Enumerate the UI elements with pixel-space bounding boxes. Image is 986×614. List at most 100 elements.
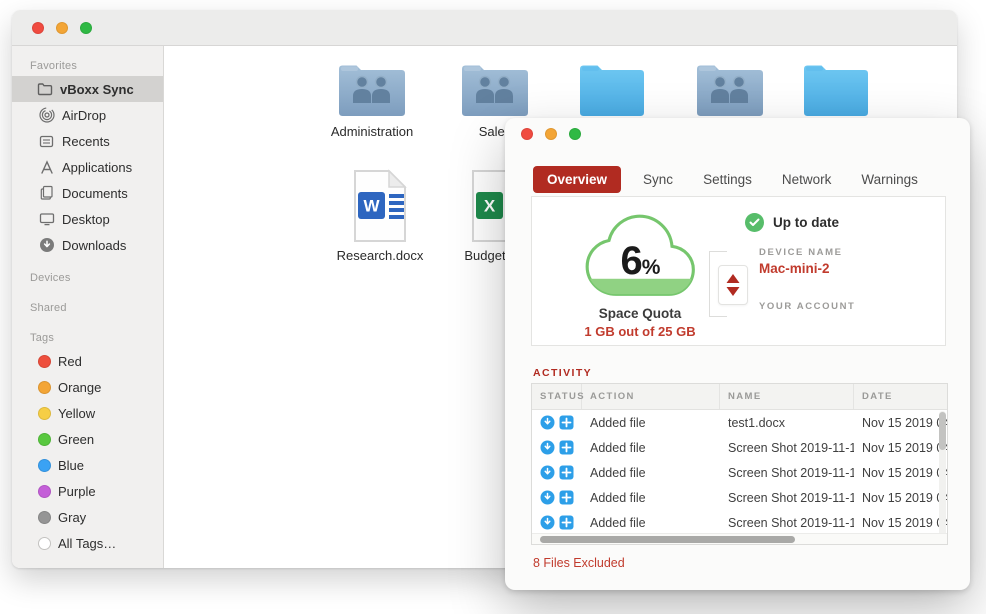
files-excluded-link[interactable]: 8 Files Excluded bbox=[533, 556, 625, 570]
activity-name: Screen Shot 2019-11-15 a... bbox=[720, 466, 854, 480]
column-header-name[interactable]: NAME bbox=[720, 384, 854, 409]
activity-row[interactable]: Added file Screen Shot 2019-11-15 a... N… bbox=[532, 485, 947, 510]
activity-action: Added file bbox=[582, 466, 720, 480]
tag-gray-icon bbox=[38, 511, 51, 524]
sidebar-item-tag-blue[interactable]: Blue bbox=[12, 452, 163, 478]
sidebar-item-tag-purple[interactable]: Purple bbox=[12, 478, 163, 504]
vertical-scrollbar[interactable] bbox=[939, 411, 946, 539]
tag-red-icon bbox=[38, 355, 51, 368]
tag-orange-icon bbox=[38, 381, 51, 394]
account-label: YOUR ACCOUNT bbox=[759, 301, 855, 312]
sidebar-item-tag-orange[interactable]: Orange bbox=[12, 374, 163, 400]
horizontal-scrollbar-thumb[interactable] bbox=[540, 536, 795, 543]
sidebar-item-airdrop[interactable]: AirDrop bbox=[12, 102, 163, 128]
svg-text:X: X bbox=[484, 197, 496, 216]
tab-sync[interactable]: Sync bbox=[643, 172, 673, 187]
sync-status: Up to date bbox=[745, 213, 839, 232]
activity-date: Nov 15 2019 04 bbox=[854, 491, 947, 505]
column-header-date[interactable]: DATE bbox=[854, 384, 947, 409]
file-research-docx[interactable]: W Research.docx bbox=[322, 168, 438, 263]
sidebar-item-documents[interactable]: Documents bbox=[12, 180, 163, 206]
sidebar-section-shared[interactable]: Shared bbox=[12, 298, 163, 318]
zoom-icon[interactable] bbox=[569, 128, 581, 140]
sidebar-item-tag-yellow[interactable]: Yellow bbox=[12, 400, 163, 426]
sidebar-item-all-tags[interactable]: All Tags… bbox=[12, 530, 163, 556]
sidebar-item-desktop[interactable]: Desktop bbox=[12, 206, 163, 232]
finder-sidebar: Favorites vBoxx Sync AirDrop bbox=[12, 46, 164, 568]
folder-shared-4[interactable] bbox=[672, 58, 788, 120]
activity-row[interactable]: Added file Screen Shot 2019-11-15 a... N… bbox=[532, 435, 947, 460]
svg-text:W: W bbox=[363, 197, 380, 216]
tab-overview[interactable]: Overview bbox=[533, 166, 621, 193]
desktop: Favorites vBoxx Sync AirDrop bbox=[0, 0, 986, 614]
sidebar-item-tag-green[interactable]: Green bbox=[12, 426, 163, 452]
column-header-status[interactable]: STATUS bbox=[532, 384, 582, 409]
sidebar-item-vboxx-sync[interactable]: vBoxx Sync bbox=[12, 76, 163, 102]
activity-name: Screen Shot 2019-11-15 a... bbox=[720, 516, 854, 530]
folder-administration[interactable]: Administration bbox=[314, 58, 430, 139]
device-sync-icon bbox=[718, 265, 748, 305]
folder-icon bbox=[800, 58, 872, 120]
folder-plain-5[interactable] bbox=[778, 58, 894, 120]
tab-network[interactable]: Network bbox=[782, 172, 832, 187]
activity-title: ACTIVITY bbox=[533, 367, 592, 379]
folder-icon bbox=[576, 58, 648, 120]
space-quota-block: 6% Space Quota 1 GB out of 25 GB bbox=[560, 207, 720, 339]
all-tags-icon bbox=[38, 537, 51, 550]
sidebar-item-downloads[interactable]: Downloads bbox=[12, 232, 163, 258]
column-header-action[interactable]: ACTION bbox=[582, 384, 720, 409]
tab-warnings[interactable]: Warnings bbox=[861, 172, 918, 187]
word-file-icon: W bbox=[349, 168, 411, 244]
sidebar-item-applications[interactable]: Applications bbox=[12, 154, 163, 180]
activity-action: Added file bbox=[582, 441, 720, 455]
sidebar-section-favorites: Favorites bbox=[12, 56, 163, 76]
sidebar-item-recents[interactable]: Recents bbox=[12, 128, 163, 154]
finder-titlebar[interactable] bbox=[12, 10, 957, 46]
shared-folder-icon bbox=[334, 58, 410, 120]
vertical-scrollbar-thumb[interactable] bbox=[939, 412, 946, 450]
activity-name: Screen Shot 2019-11-15 a... bbox=[720, 491, 854, 505]
close-icon[interactable] bbox=[521, 128, 533, 140]
overview-panel: 6% Space Quota 1 GB out of 25 GB Up to d… bbox=[531, 196, 946, 346]
recents-icon bbox=[38, 133, 55, 150]
documents-icon bbox=[38, 185, 55, 202]
activity-row[interactable]: Added file Screen Shot 2019-11-15 a... N… bbox=[532, 460, 947, 485]
sidebar-section-devices[interactable]: Devices bbox=[12, 268, 163, 288]
add-icon bbox=[559, 415, 574, 430]
download-icon bbox=[540, 465, 555, 480]
activity-row[interactable]: Added file test1.docx Nov 15 2019 04 bbox=[532, 410, 947, 435]
activity-name: Screen Shot 2019-11-15 a... bbox=[720, 441, 854, 455]
sidebar-item-tag-gray[interactable]: Gray bbox=[12, 504, 163, 530]
activity-date: Nov 15 2019 04 bbox=[854, 441, 947, 455]
sidebar-item-tag-red[interactable]: Red bbox=[12, 348, 163, 374]
activity-date: Nov 15 2019 04 bbox=[854, 516, 947, 530]
tab-settings[interactable]: Settings bbox=[703, 172, 752, 187]
activity-action: Added file bbox=[582, 416, 720, 430]
tab-bar: Overview Sync Settings Network Warnings bbox=[533, 166, 948, 193]
minimize-icon[interactable] bbox=[56, 22, 68, 34]
close-icon[interactable] bbox=[32, 22, 44, 34]
download-icon bbox=[540, 490, 555, 505]
tag-purple-icon bbox=[38, 485, 51, 498]
applications-icon bbox=[38, 159, 55, 176]
quota-label: Space Quota bbox=[560, 306, 720, 321]
airdrop-icon bbox=[38, 107, 55, 124]
device-name-label: DEVICE NAME bbox=[759, 247, 843, 258]
sidebar-section-tags[interactable]: Tags bbox=[12, 328, 163, 348]
tag-green-icon bbox=[38, 433, 51, 446]
downloads-icon bbox=[38, 237, 55, 254]
minimize-icon[interactable] bbox=[545, 128, 557, 140]
zoom-icon[interactable] bbox=[80, 22, 92, 34]
activity-action: Added file bbox=[582, 516, 720, 530]
add-icon bbox=[559, 465, 574, 480]
activity-action: Added file bbox=[582, 491, 720, 505]
activity-name: test1.docx bbox=[720, 416, 854, 430]
activity-row[interactable]: Added file Screen Shot 2019-11-15 a... N… bbox=[532, 510, 947, 535]
activity-table: STATUS ACTION NAME DATE Added file test1… bbox=[531, 383, 948, 545]
activity-date: Nov 15 2019 04 bbox=[854, 466, 947, 480]
horizontal-scrollbar[interactable] bbox=[532, 533, 947, 544]
sync-titlebar[interactable] bbox=[505, 118, 970, 152]
activity-date: Nov 15 2019 04 bbox=[854, 416, 947, 430]
activity-table-header: STATUS ACTION NAME DATE bbox=[532, 384, 947, 410]
device-name: Mac-mini-2 bbox=[759, 261, 830, 276]
